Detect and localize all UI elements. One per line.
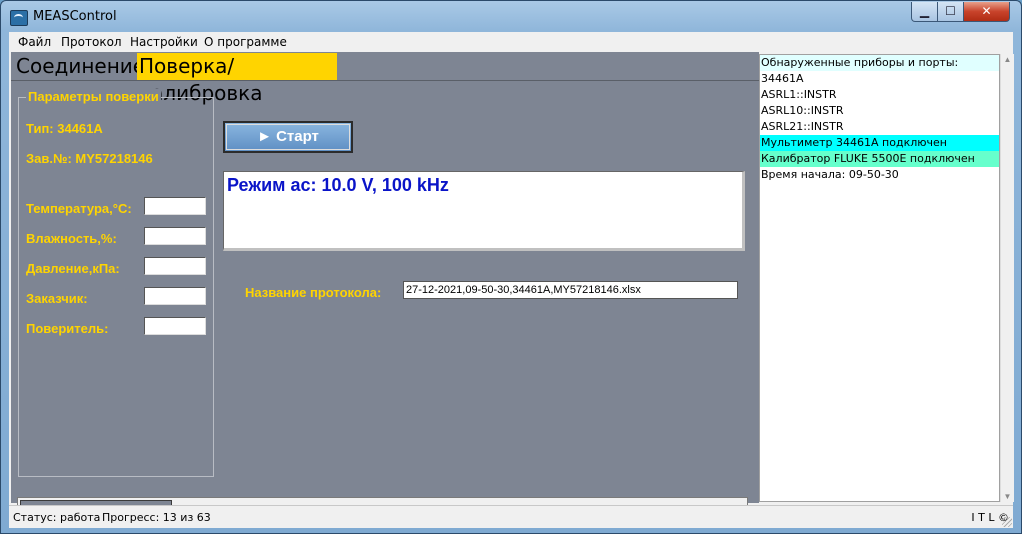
mode-display: Режим ac: 10.0 V, 100 kHz [223, 171, 745, 251]
device-type-label: Тип: 34461A [26, 121, 103, 136]
serial-number-label: Зав.№: MY57218146 [26, 151, 153, 166]
menu-file[interactable]: Файл [18, 35, 51, 49]
menu-bar: Файл Протокол Настройки О программе [9, 32, 1013, 52]
resize-grip-icon[interactable] [1002, 517, 1012, 527]
group-title: Параметры поверки [26, 89, 161, 104]
pressure-field[interactable] [144, 257, 206, 275]
log-line: Мультиметр 34461A подключен [760, 135, 999, 151]
client-area: Файл Протокол Настройки О программе Соед… [9, 32, 1014, 528]
log-line: Время начала: 09-50-30 [761, 168, 899, 181]
device-log-list[interactable]: Обнаруженные приборы и порты: 34461A ASRL1… [759, 54, 1000, 502]
mode-text: Режим ac: 10.0 V, 100 kHz [227, 175, 449, 195]
main-window: MEASControl ▁ ☐ ✕ Файл Протокол Настройк… [0, 0, 1022, 534]
humidity-label: Влажность,%: [26, 231, 117, 246]
protocol-name-field[interactable]: 27-12-2021,09-50-30,34461A,MY57218146.xl… [403, 281, 738, 299]
calibration-panel: Соединение Поверка/калибровка Параметры … [11, 52, 759, 518]
scroll-down-icon[interactable]: ▼ [1003, 492, 1012, 501]
close-button[interactable]: ✕ [963, 2, 1010, 22]
verifier-label: Поверитель: [26, 321, 109, 336]
verifier-field[interactable] [144, 317, 206, 335]
protocol-name-label: Название протокола: [245, 285, 382, 300]
log-line: Обнаруженные приборы и порты: [760, 55, 999, 71]
customer-field[interactable] [144, 287, 206, 305]
status-state: Статус: работа [13, 511, 101, 524]
log-line: ASRL21::INSTR [761, 120, 844, 133]
log-line: Калибратор FLUKE 5500E подключен [760, 151, 999, 167]
log-line: ASRL10::INSTR [761, 104, 844, 117]
status-bar: Статус: работа Прогресс: 13 из 63 I T L … [9, 505, 1013, 528]
tab-connection[interactable]: Соединение [14, 53, 145, 80]
tab-divider [11, 80, 759, 81]
temperature-label: Температура,°C: [26, 201, 132, 216]
scroll-up-icon[interactable]: ▲ [1003, 55, 1012, 64]
menu-protocol[interactable]: Протокол [61, 35, 122, 49]
log-scrollbar[interactable]: ▲ ▼ [1000, 54, 1014, 502]
verification-params-group: Параметры поверки Тип: 34461A Зав.№: MY5… [18, 89, 214, 477]
temperature-field[interactable] [144, 197, 206, 215]
log-line: ASRL1::INSTR [761, 88, 837, 101]
start-button[interactable]: ► Старт [223, 121, 353, 153]
title-bar[interactable]: MEASControl ▁ ☐ ✕ [1, 1, 1021, 33]
app-icon [10, 10, 28, 26]
window-title: MEASControl [33, 9, 117, 24]
menu-about[interactable]: О программе [204, 35, 287, 49]
pressure-label: Давление,кПа: [26, 261, 120, 276]
humidity-field[interactable] [144, 227, 206, 245]
maximize-button[interactable]: ☐ [937, 2, 964, 22]
tab-calibration[interactable]: Поверка/калибровка [137, 53, 337, 105]
minimize-button[interactable]: ▁ [911, 2, 938, 22]
menu-settings[interactable]: Настройки [130, 35, 198, 49]
log-line: 34461A [761, 72, 804, 85]
customer-label: Заказчик: [26, 291, 88, 306]
status-progress: Прогресс: 13 из 63 [102, 511, 211, 524]
